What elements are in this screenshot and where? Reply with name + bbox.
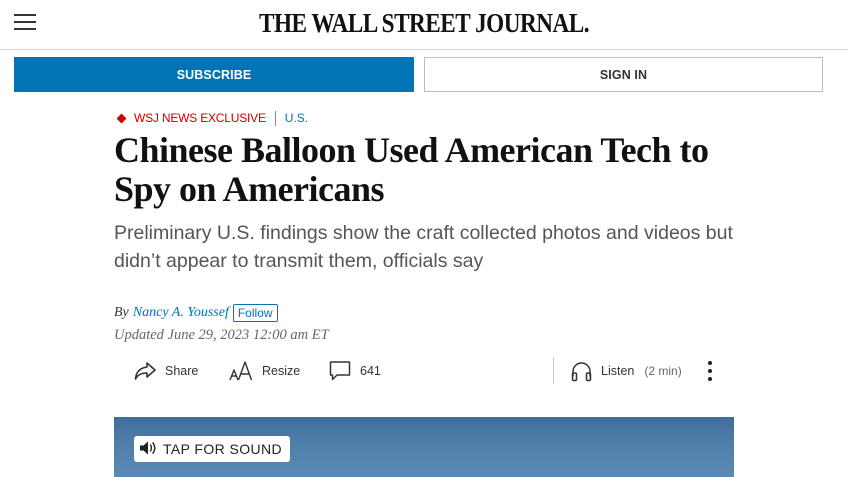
top-bar: THE WALL STREET JOURNAL. <box>0 0 848 50</box>
listen-label: Listen <box>601 364 635 378</box>
listen-button[interactable]: Listen (2 min) <box>571 358 682 384</box>
resize-icon <box>229 360 253 382</box>
share-button[interactable]: Share <box>134 358 198 384</box>
follow-button[interactable]: Follow <box>232 304 278 322</box>
comment-count: 641 <box>360 364 381 378</box>
hero-video[interactable]: TAP FOR SOUND <box>114 417 734 477</box>
menu-icon[interactable] <box>14 12 38 32</box>
tap-for-sound-button[interactable]: TAP FOR SOUND <box>134 436 291 462</box>
dek: Preliminary U.S. findings show the craft… <box>114 222 733 272</box>
subscribe-button[interactable]: SUBSCRIBE <box>14 57 414 92</box>
exclusive-diamond-icon <box>116 113 127 123</box>
masthead-logo[interactable]: THE WALL STREET JOURNAL. <box>59 8 788 39</box>
timestamp: Updated June 29, 2023 12:00 am ET <box>114 327 329 343</box>
resize-button[interactable]: Resize <box>229 358 300 384</box>
toolbar-divider <box>553 357 554 384</box>
headphones-icon <box>571 361 592 382</box>
byline: By Nancy A. Youssef Follow <box>114 304 278 322</box>
share-label: Share <box>165 364 199 378</box>
share-icon <box>134 361 156 381</box>
sign-in-button[interactable]: SIGN IN <box>424 57 823 92</box>
more-icon[interactable] <box>704 359 716 383</box>
comment-icon <box>329 360 351 382</box>
section-link[interactable]: U.S. <box>285 111 308 125</box>
divider <box>274 110 276 126</box>
headline: Chinese Balloon Used American Tech to Sp… <box>114 130 709 209</box>
listen-duration: (2 min) <box>644 364 682 378</box>
exclusive-label[interactable]: WSJ NEWS EXCLUSIVE <box>134 111 266 125</box>
speaker-icon <box>139 440 163 459</box>
byline-prefix: By <box>114 305 129 320</box>
flashline: WSJ NEWS EXCLUSIVE U.S. <box>116 110 308 126</box>
sound-label: TAP FOR SOUND <box>163 441 283 457</box>
resize-label: Resize <box>262 364 301 378</box>
author-link[interactable]: Nancy A. Youssef <box>133 305 229 321</box>
comments-button[interactable]: 641 <box>329 358 381 384</box>
